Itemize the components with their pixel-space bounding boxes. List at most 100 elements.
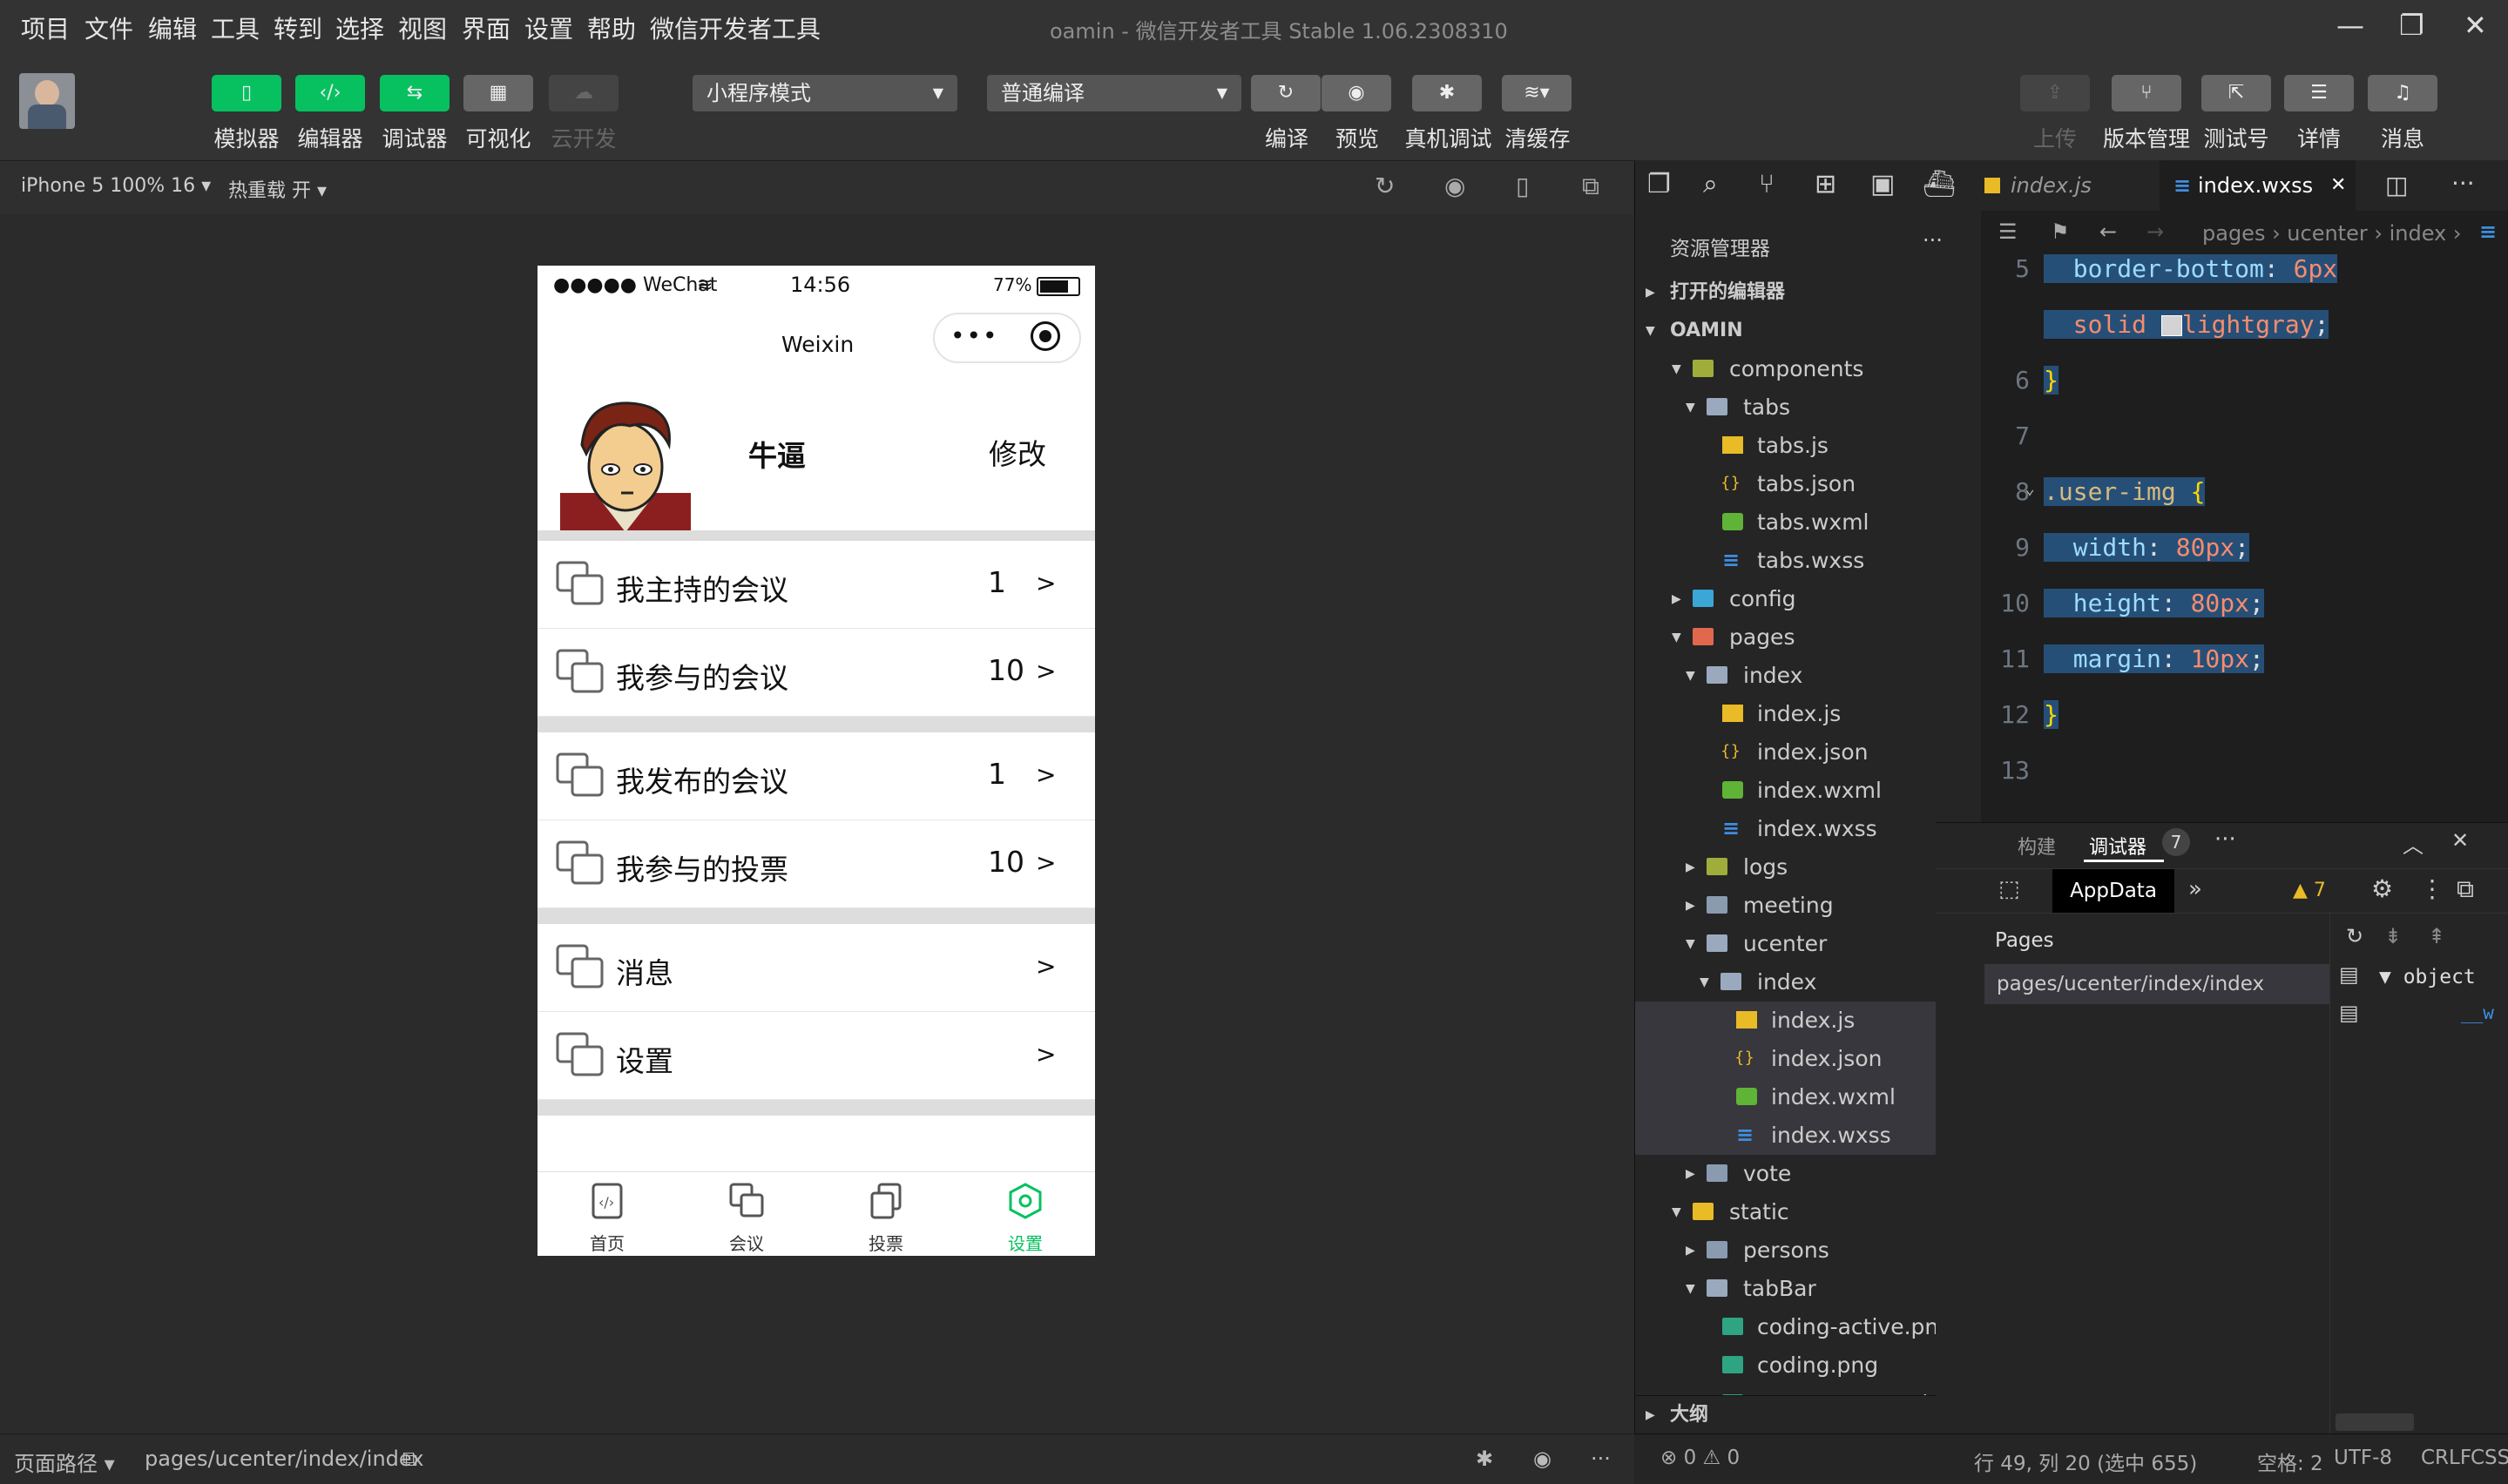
menu-tools[interactable]: 工具 xyxy=(211,10,260,45)
more-icon[interactable]: ··· xyxy=(2451,169,2475,198)
tree-item-folder[interactable]: ▶ logs xyxy=(1635,848,1982,887)
bug-icon[interactable]: ✱ xyxy=(1476,1447,1493,1471)
hot-reload-toggle[interactable]: 热重载 开 ▾ xyxy=(228,175,327,203)
dock-icon[interactable]: ⧉ xyxy=(2457,874,2474,904)
menu-settings[interactable]: 设置 xyxy=(524,10,573,45)
tab-settings[interactable]: 设置 xyxy=(956,1172,1095,1256)
list-item-published-meetings[interactable]: 我发布的会议 1 > xyxy=(537,732,1095,820)
tree-item-folder[interactable]: ▶ vote xyxy=(1635,1155,1982,1193)
forward-arrow-icon[interactable]: → xyxy=(2146,219,2164,244)
collapse-icon[interactable]: ⇟ xyxy=(2384,924,2402,948)
debugger-button[interactable]: ⇆ xyxy=(380,75,450,111)
tab-build[interactable]: 构建 xyxy=(2018,832,2056,860)
details-button[interactable]: ☰ xyxy=(2284,75,2354,111)
tree-item-file[interactable]: ≡ index.wxss xyxy=(1635,810,1982,848)
mode-select[interactable]: 小程序模式 ▼ xyxy=(693,75,957,111)
tree-item-folder[interactable]: ▶ config xyxy=(1635,580,1982,618)
tab-index-js[interactable]: index.js xyxy=(1981,160,2160,211)
problems-count[interactable]: ⊗ 0 ⚠ 0 xyxy=(1660,1447,1740,1469)
list-item-hosted-meetings[interactable]: 我主持的会议 1 > xyxy=(537,541,1095,629)
close-panel-icon[interactable]: ✕ xyxy=(2451,828,2469,853)
tree-item-file[interactable]: index.js xyxy=(1635,695,1982,733)
tree-item-file[interactable]: index.wxml xyxy=(1635,1078,1982,1116)
menu-edit[interactable]: 编辑 xyxy=(148,10,197,45)
tree-item-file[interactable]: ≡ index.wxss xyxy=(1635,1116,1982,1155)
indent-spaces[interactable]: 空格: 2 xyxy=(2257,1447,2323,1476)
tab-debugger[interactable]: 调试器 xyxy=(2089,832,2146,860)
list-item-settings[interactable]: 设置 > xyxy=(537,1012,1095,1100)
tree-item-file[interactable]: coding.png xyxy=(1635,1346,1982,1385)
source-control-icon[interactable]: ⑂ xyxy=(1759,169,1775,199)
project-section[interactable]: ▼ OAMIN xyxy=(1635,312,1982,350)
compile-select[interactable]: 普通编译 ▼ xyxy=(987,75,1241,111)
tree-item-folder[interactable]: ▼ pages xyxy=(1635,618,1982,657)
tab-vote[interactable]: 投票 xyxy=(816,1172,956,1256)
breadcrumb-path[interactable]: pages › ucenter › index › xyxy=(2202,221,2461,246)
more-icon[interactable]: ··· xyxy=(1591,1447,1611,1471)
outline-section[interactable]: ▶ 大纲 xyxy=(1635,1395,1982,1434)
tree-item-folder[interactable]: ▼ static xyxy=(1635,1193,1982,1231)
record-icon[interactable]: ◉ xyxy=(1444,172,1465,200)
tree-item-folder[interactable]: ▶ meeting xyxy=(1635,887,1982,925)
restore-icon[interactable]: ❐ xyxy=(2399,9,2424,42)
docker-icon[interactable]: ⛴ xyxy=(1923,169,1956,199)
messages-button[interactable]: ♫ xyxy=(2368,75,2437,111)
menu-view[interactable]: 视图 xyxy=(398,10,447,45)
storage-icon[interactable]: ▣ xyxy=(1870,169,1895,199)
tree-item-folder[interactable]: ▼ index xyxy=(1635,657,1982,695)
tab-appdata[interactable]: AppData xyxy=(2052,869,2174,913)
tree-item-file[interactable]: ≡ tabs.wxss xyxy=(1635,542,1982,580)
eye-icon[interactable]: ◉ xyxy=(1533,1447,1551,1471)
list-item-joined-meetings[interactable]: 我参与的会议 10 > xyxy=(537,629,1095,717)
device-icon[interactable]: ▯ xyxy=(1516,172,1529,200)
tab-home[interactable]: ‹/› 首页 xyxy=(537,1172,677,1256)
files-icon[interactable]: ❐ xyxy=(1647,169,1671,199)
scrollbar[interactable] xyxy=(2336,1413,2414,1431)
kebab-icon[interactable]: ⋮ xyxy=(2420,874,2444,903)
tree-item-folder[interactable]: ▼ ucenter xyxy=(1635,925,1982,963)
list-item-joined-votes[interactable]: 我参与的投票 10 > xyxy=(537,820,1095,908)
upload-button[interactable]: ⇪ xyxy=(2020,75,2090,111)
minimize-icon[interactable]: — xyxy=(2336,9,2364,42)
rotate-icon[interactable]: ↻ xyxy=(1375,172,1395,200)
version-button[interactable]: ⑂ xyxy=(2112,75,2181,111)
phone-simulator[interactable]: ●●●●● WeChat ≋ 14:56 77% Weixin ••• 牛逼 修 xyxy=(537,266,1095,1256)
test-account-button[interactable]: ⇱ xyxy=(2201,75,2271,111)
menu-project[interactable]: 项目 xyxy=(21,10,70,45)
object-child[interactable]: __w xyxy=(2461,1002,2494,1023)
editor-button[interactable]: ‹/› xyxy=(295,75,365,111)
exit-target-icon[interactable] xyxy=(1031,321,1060,351)
tree-item-file[interactable]: tabs.js xyxy=(1635,427,1982,465)
extensions-icon[interactable]: ⊞ xyxy=(1815,169,1836,199)
page-item[interactable]: pages/ucenter/index/index xyxy=(1984,964,2329,1004)
inspect-icon[interactable]: ⬚ xyxy=(1998,876,2020,902)
visual-button[interactable]: ▦ xyxy=(463,75,533,111)
tree-item-file[interactable]: {} index.json xyxy=(1635,1040,1982,1078)
avatar[interactable] xyxy=(19,73,75,129)
list-item-messages[interactable]: 消息 > xyxy=(537,924,1095,1012)
cursor-position[interactable]: 行 49, 列 20 (选中 655) xyxy=(1974,1447,2197,1476)
preview-button[interactable]: ◉ xyxy=(1322,75,1391,111)
more-icon[interactable]: ··· xyxy=(1923,228,1943,253)
menu-select[interactable]: 选择 xyxy=(335,10,384,45)
fold-chevron-icon[interactable]: ⌄ xyxy=(2025,477,2035,498)
capsule-button[interactable]: ••• xyxy=(933,313,1081,363)
warning-count[interactable]: ▲ 7 xyxy=(2293,880,2326,901)
file-encoding[interactable]: UTF-8 xyxy=(2334,1447,2392,1469)
more-dots-icon[interactable]: ••• xyxy=(950,321,999,350)
menu-interface[interactable]: 界面 xyxy=(462,10,510,45)
tree-item-file[interactable]: {} tabs.json xyxy=(1635,465,1982,503)
close-window-icon[interactable]: ✕ xyxy=(2464,9,2487,42)
page-path-select[interactable]: 页面路径 ▾ xyxy=(14,1447,115,1477)
menu-goto[interactable]: 转到 xyxy=(274,10,322,45)
toggle-icon[interactable]: ▤ xyxy=(2339,962,2359,987)
close-tab-icon[interactable]: ✕ xyxy=(2330,160,2346,211)
cloud-button[interactable]: ☁ xyxy=(549,75,619,111)
open-editors-section[interactable]: ▶ 打开的编辑器 xyxy=(1635,273,1982,312)
code-area[interactable]: 5 border-bottom: 6px solid lightgray; 6}… xyxy=(1981,254,2508,822)
tab-meeting[interactable]: 会议 xyxy=(677,1172,816,1256)
toggle-icon[interactable]: ▤ xyxy=(2339,1001,2359,1025)
tab-index-wxss[interactable]: ≡ index.wxss ✕ xyxy=(2160,160,2356,211)
split-editor-icon[interactable]: ◫ xyxy=(2385,171,2408,199)
remote-debug-button[interactable]: ✱ xyxy=(1412,75,1482,111)
